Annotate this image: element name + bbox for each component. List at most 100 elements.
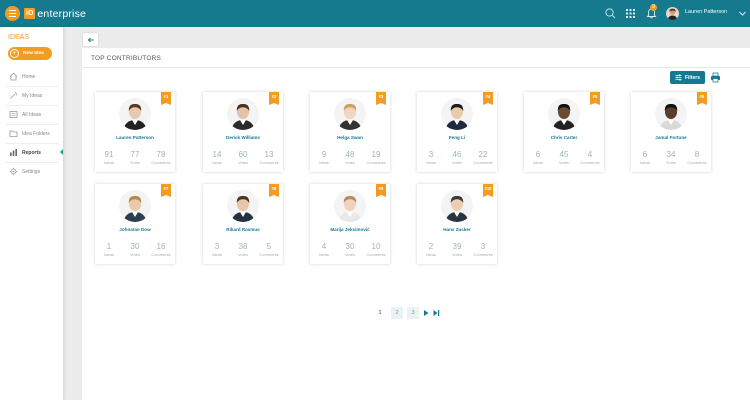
contributor-name[interactable]: Derick Williams bbox=[203, 135, 283, 140]
comments-count: 16 bbox=[156, 242, 166, 251]
contributor-name[interactable]: Johnatan Dow bbox=[95, 227, 175, 232]
contributor-name[interactable]: Jamal Fortune bbox=[631, 135, 711, 140]
ideas-count: 1 bbox=[106, 242, 112, 251]
contributor-name[interactable]: Helga Swan bbox=[310, 135, 390, 140]
comments-label: Comments bbox=[151, 252, 171, 257]
logo-text: enterprise bbox=[37, 7, 87, 20]
ideas-count: 6 bbox=[642, 150, 648, 159]
votes-count: 77 bbox=[130, 150, 140, 159]
votes-label: Votes bbox=[237, 160, 248, 165]
contributor-name[interactable]: Lauren Patterson bbox=[95, 135, 175, 140]
folder-icon bbox=[9, 130, 18, 137]
sidebar-item-all-ideas[interactable]: All Ideas bbox=[0, 106, 63, 123]
contributor-name[interactable]: Marija Jeksimović bbox=[310, 227, 390, 232]
contributor-avatar[interactable] bbox=[119, 190, 151, 222]
stat-votes: 77 Votes bbox=[123, 150, 147, 165]
stat-ideas: 6 Ideas bbox=[526, 150, 550, 165]
sidebar-item-idea-folders[interactable]: Idea Folders bbox=[0, 125, 63, 142]
votes-label: Votes bbox=[129, 252, 140, 257]
comments-count: 5 bbox=[266, 242, 272, 251]
chevron-down-icon[interactable] bbox=[738, 9, 747, 18]
contributor-avatar[interactable] bbox=[441, 98, 473, 130]
ideas-label: Ideas bbox=[533, 160, 543, 165]
new-idea-label: New Idea bbox=[23, 51, 44, 56]
rank-badge: #6 bbox=[697, 92, 707, 105]
stat-votes: 38 Votes bbox=[231, 242, 255, 257]
contributor-card[interactable]: #3 Helga Swan 9 Ideas 48 Votes 19 Comments bbox=[310, 92, 390, 172]
stat-comments: 13 Comments bbox=[257, 150, 281, 165]
contributor-avatar[interactable] bbox=[441, 190, 473, 222]
rank-badge: #3 bbox=[376, 92, 386, 105]
print-icon[interactable] bbox=[710, 72, 721, 83]
gear-icon bbox=[9, 167, 18, 176]
contributor-card[interactable]: #9 Marija Jeksimović 4 Ideas 30 Votes 10 Commen… bbox=[310, 184, 390, 264]
next-page-icon[interactable] bbox=[422, 309, 430, 317]
comments-count: 8 bbox=[694, 150, 700, 159]
contributor-avatar[interactable] bbox=[227, 98, 259, 130]
contributor-card[interactable]: #1 Lauren Patterson 91 Ideas 77 Votes 78 Commen… bbox=[95, 92, 175, 172]
ideas-count: 9 bbox=[321, 150, 327, 159]
last-page-icon[interactable] bbox=[432, 309, 440, 317]
page-1-button[interactable]: 1 bbox=[374, 307, 386, 319]
new-idea-button[interactable]: + New Idea bbox=[8, 47, 52, 60]
stat-votes: 34 Votes bbox=[659, 150, 683, 165]
arrow-left-icon bbox=[87, 37, 94, 42]
apps-grid-icon[interactable] bbox=[624, 7, 637, 20]
sidebar-item-my-ideas[interactable]: My Ideas bbox=[0, 87, 63, 104]
contributor-avatar[interactable] bbox=[334, 190, 366, 222]
rank-badge: #8 bbox=[269, 184, 279, 197]
contributor-avatar[interactable] bbox=[548, 98, 580, 130]
comments-count: 4 bbox=[587, 150, 593, 159]
comments-label: Comments bbox=[259, 252, 279, 257]
sidebar-item-home[interactable]: Home bbox=[0, 68, 63, 85]
search-icon[interactable] bbox=[604, 7, 617, 20]
comments-count: 22 bbox=[478, 150, 488, 159]
contributor-name[interactable]: Hans Zucker bbox=[417, 227, 497, 232]
page-3-button[interactable]: 3 bbox=[407, 307, 419, 319]
contributor-name[interactable]: Chris Carter bbox=[524, 135, 604, 140]
votes-count: 45 bbox=[559, 150, 569, 159]
contributor-avatar[interactable] bbox=[334, 98, 366, 130]
contributor-card[interactable]: #10 Hans Zucker 2 Ideas 39 Votes 3 Comments bbox=[417, 184, 497, 264]
sidebar-item-label: Home bbox=[22, 73, 36, 80]
ideas-label: Ideas bbox=[212, 160, 222, 165]
ideas-count: 3 bbox=[428, 150, 434, 159]
stat-comments: 10 Comments bbox=[364, 242, 388, 257]
home-icon bbox=[9, 72, 18, 81]
contributor-avatar[interactable] bbox=[655, 98, 687, 130]
contributor-card[interactable]: #7 Johnatan Dow 1 Ideas 30 Votes 16 Comments bbox=[95, 184, 175, 264]
stat-comments: 8 Comments bbox=[685, 150, 709, 165]
contributor-avatar[interactable] bbox=[119, 98, 151, 130]
stat-comments: 16 Comments bbox=[149, 242, 173, 257]
sidebar-item-reports[interactable]: Reports bbox=[0, 144, 63, 161]
contributor-avatar[interactable] bbox=[227, 190, 259, 222]
comments-count: 10 bbox=[371, 242, 381, 251]
user-avatar[interactable] bbox=[666, 7, 679, 20]
contributor-card[interactable]: #2 Derick Williams 14 Ideas 60 Votes 13 Comment… bbox=[203, 92, 283, 172]
comments-count: 19 bbox=[371, 150, 381, 159]
stat-votes: 60 Votes bbox=[231, 150, 255, 165]
contributor-card[interactable]: #4 Feng Li 3 Ideas 46 Votes 22 Comments bbox=[417, 92, 497, 172]
comments-label: Comments bbox=[151, 160, 171, 165]
page-2-button[interactable]: 2 bbox=[391, 307, 403, 319]
comments-count: 78 bbox=[156, 150, 166, 159]
sidebar-item-settings[interactable]: Settings bbox=[0, 163, 63, 180]
stat-comments: 5 Comments bbox=[257, 242, 281, 257]
contributor-name[interactable]: Rikard Rasmus bbox=[203, 227, 283, 232]
filters-button[interactable]: Filters bbox=[670, 71, 705, 84]
votes-count: 38 bbox=[238, 242, 248, 251]
ideas-label: Ideas bbox=[104, 160, 114, 165]
contributor-name[interactable]: Feng Li bbox=[417, 135, 497, 140]
app-logo[interactable]: iO enterprise bbox=[24, 7, 86, 20]
hamburger-menu-icon[interactable] bbox=[5, 6, 20, 21]
back-button[interactable] bbox=[83, 33, 98, 46]
sidebar-title: IDEAS bbox=[8, 34, 30, 41]
contributor-card[interactable]: #6 Jamal Fortune 6 Ideas 34 Votes 8 Comments bbox=[631, 92, 711, 172]
user-name[interactable]: Lauren Patterson bbox=[685, 9, 727, 15]
main-panel: TOP CONTRIBUTORS Filters #1 Lauren Patter… bbox=[82, 48, 750, 400]
comments-label: Comments bbox=[473, 252, 493, 257]
contributor-card[interactable]: #8 Rikard Rasmus 3 Ideas 38 Votes 5 Comments bbox=[203, 184, 283, 264]
contributor-card[interactable]: #5 Chris Carter 6 Ideas 45 Votes 4 Comments bbox=[524, 92, 604, 172]
rank-badge: #5 bbox=[590, 92, 600, 105]
votes-count: 60 bbox=[238, 150, 248, 159]
